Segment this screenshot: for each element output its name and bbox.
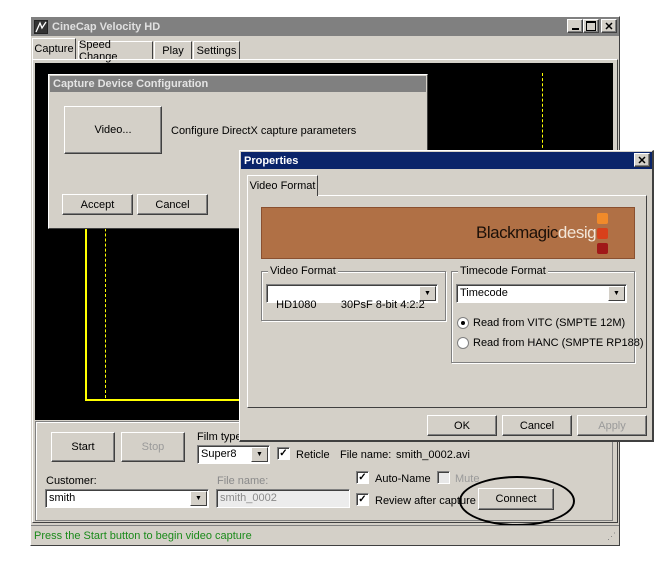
resize-grip-icon[interactable]: ⋰ <box>607 531 616 542</box>
chevron-down-icon[interactable]: ▼ <box>608 286 625 301</box>
status-text: Press the Start button to begin video ca… <box>34 530 252 542</box>
apply-button[interactable]: Apply <box>577 415 647 436</box>
capture-dialog-title: Capture Device Configuration <box>53 78 209 90</box>
app-logo-icon <box>34 19 48 34</box>
file-name-field[interactable]: smith_0002 <box>216 489 350 508</box>
properties-close-button[interactable]: ✕ <box>634 153 650 167</box>
hanc-radio[interactable] <box>457 337 469 349</box>
logo-square-bottom <box>597 243 608 254</box>
maximize-button[interactable] <box>583 19 599 33</box>
auto-name-label: Auto-Name <box>375 473 431 485</box>
stop-button-label: Stop <box>141 441 165 453</box>
mute-checkbox[interactable] <box>437 471 450 484</box>
video-format-legend: Video Format <box>268 265 338 277</box>
stop-button[interactable]: Stop <box>121 432 185 462</box>
vitc-radio[interactable] <box>457 317 469 329</box>
tab-settings-label: Settings <box>196 44 237 57</box>
ok-button[interactable]: OK <box>427 415 497 436</box>
review-checkbox[interactable]: ✓ <box>356 493 369 506</box>
minimize-button[interactable] <box>567 19 583 33</box>
apply-button-label: Apply <box>598 419 626 432</box>
properties-cancel-button-label: Cancel <box>519 419 555 432</box>
capture-dialog-title-bar[interactable]: Capture Device Configuration <box>50 76 426 92</box>
file-name-field-value: smith_0002 <box>220 492 277 504</box>
timecode-format-legend: Timecode Format <box>458 265 548 277</box>
file-name-display-label: File name: <box>340 449 392 461</box>
properties-title: Properties <box>244 154 299 167</box>
hanc-label: Read from HANC (SMPTE RP188) <box>473 337 644 349</box>
start-button-label: Start <box>71 441 95 453</box>
close-icon: ✕ <box>637 154 647 167</box>
tab-video-format-label: Video Format <box>249 180 316 192</box>
close-icon: ✕ <box>604 20 614 33</box>
auto-name-checkbox[interactable]: ✓ <box>356 471 369 484</box>
connect-highlight-circle <box>459 476 575 526</box>
tab-video-format[interactable]: Video Format <box>247 175 318 196</box>
logo-square-top <box>597 213 608 224</box>
capture-cancel-button-label: Cancel <box>155 198 190 211</box>
accept-button-label: Accept <box>80 198 115 211</box>
properties-title-bar[interactable]: Properties <box>241 152 652 169</box>
minimize-icon <box>571 28 579 30</box>
customer-label: Customer: <box>46 475 97 487</box>
blackmagic-banner: Blackmagicdesign <box>261 207 635 259</box>
chevron-down-icon[interactable]: ▼ <box>251 447 268 462</box>
capture-cancel-button[interactable]: Cancel <box>137 194 208 215</box>
main-title-bar[interactable]: CineCap Velocity HD <box>31 17 619 36</box>
maximize-icon <box>586 21 596 31</box>
brand-main-text: Blackmagic <box>476 223 558 242</box>
properties-cancel-button[interactable]: Cancel <box>502 415 572 436</box>
timecode-format-select[interactable]: Timecode ▼ <box>456 284 627 303</box>
film-type-label: Film type: <box>197 431 245 443</box>
tab-capture-label: Capture <box>34 43 74 55</box>
file-name-display-value: smith_0002.avi <box>396 449 470 461</box>
chevron-down-icon[interactable]: ▼ <box>419 286 436 301</box>
reticle-checkbox[interactable]: ✓ <box>277 447 290 460</box>
customer-value: smith <box>49 492 76 504</box>
tab-play[interactable]: Play <box>154 41 192 59</box>
logo-square-middle <box>597 228 608 239</box>
chevron-down-icon[interactable]: ▼ <box>190 491 207 506</box>
blackmagic-logo: Blackmagicdesign <box>476 223 606 243</box>
video-config-button-label: Video... <box>94 124 132 136</box>
accept-button[interactable]: Accept <box>62 194 133 215</box>
film-type-select[interactable]: Super8 ▼ <box>197 445 270 464</box>
film-type-value: Super8 <box>201 448 237 460</box>
video-format-select[interactable]: HD1080 30PsF 8-bit 4:2:2 ▼ <box>266 284 438 311</box>
customer-select[interactable]: smith ▼ <box>45 489 209 508</box>
main-window-title: CineCap Velocity HD <box>52 20 161 33</box>
timecode-format-value: Timecode <box>460 287 508 299</box>
tab-speed-change[interactable]: Speed Change <box>78 39 153 63</box>
vitc-label: Read from VITC (SMPTE 12M) <box>473 317 626 329</box>
file-name-field-label: File name: <box>217 475 269 487</box>
tab-play-label: Play <box>162 44 184 57</box>
reticle-label: Reticle <box>296 449 330 461</box>
tab-capture[interactable]: Capture <box>32 38 76 59</box>
video-config-button[interactable]: Video... <box>64 106 162 154</box>
close-button[interactable]: ✕ <box>601 19 617 33</box>
status-bar: Press the Start button to begin video ca… <box>31 525 619 545</box>
start-button[interactable]: Start <box>51 432 115 462</box>
guide-dashed-right <box>542 73 543 153</box>
video-format-value: HD1080 30PsF 8-bit 4:2:2 <box>276 299 425 311</box>
capture-dialog-description: Configure DirectX capture parameters <box>171 125 357 137</box>
ok-button-label: OK <box>454 419 470 432</box>
tab-settings[interactable]: Settings <box>193 41 240 59</box>
